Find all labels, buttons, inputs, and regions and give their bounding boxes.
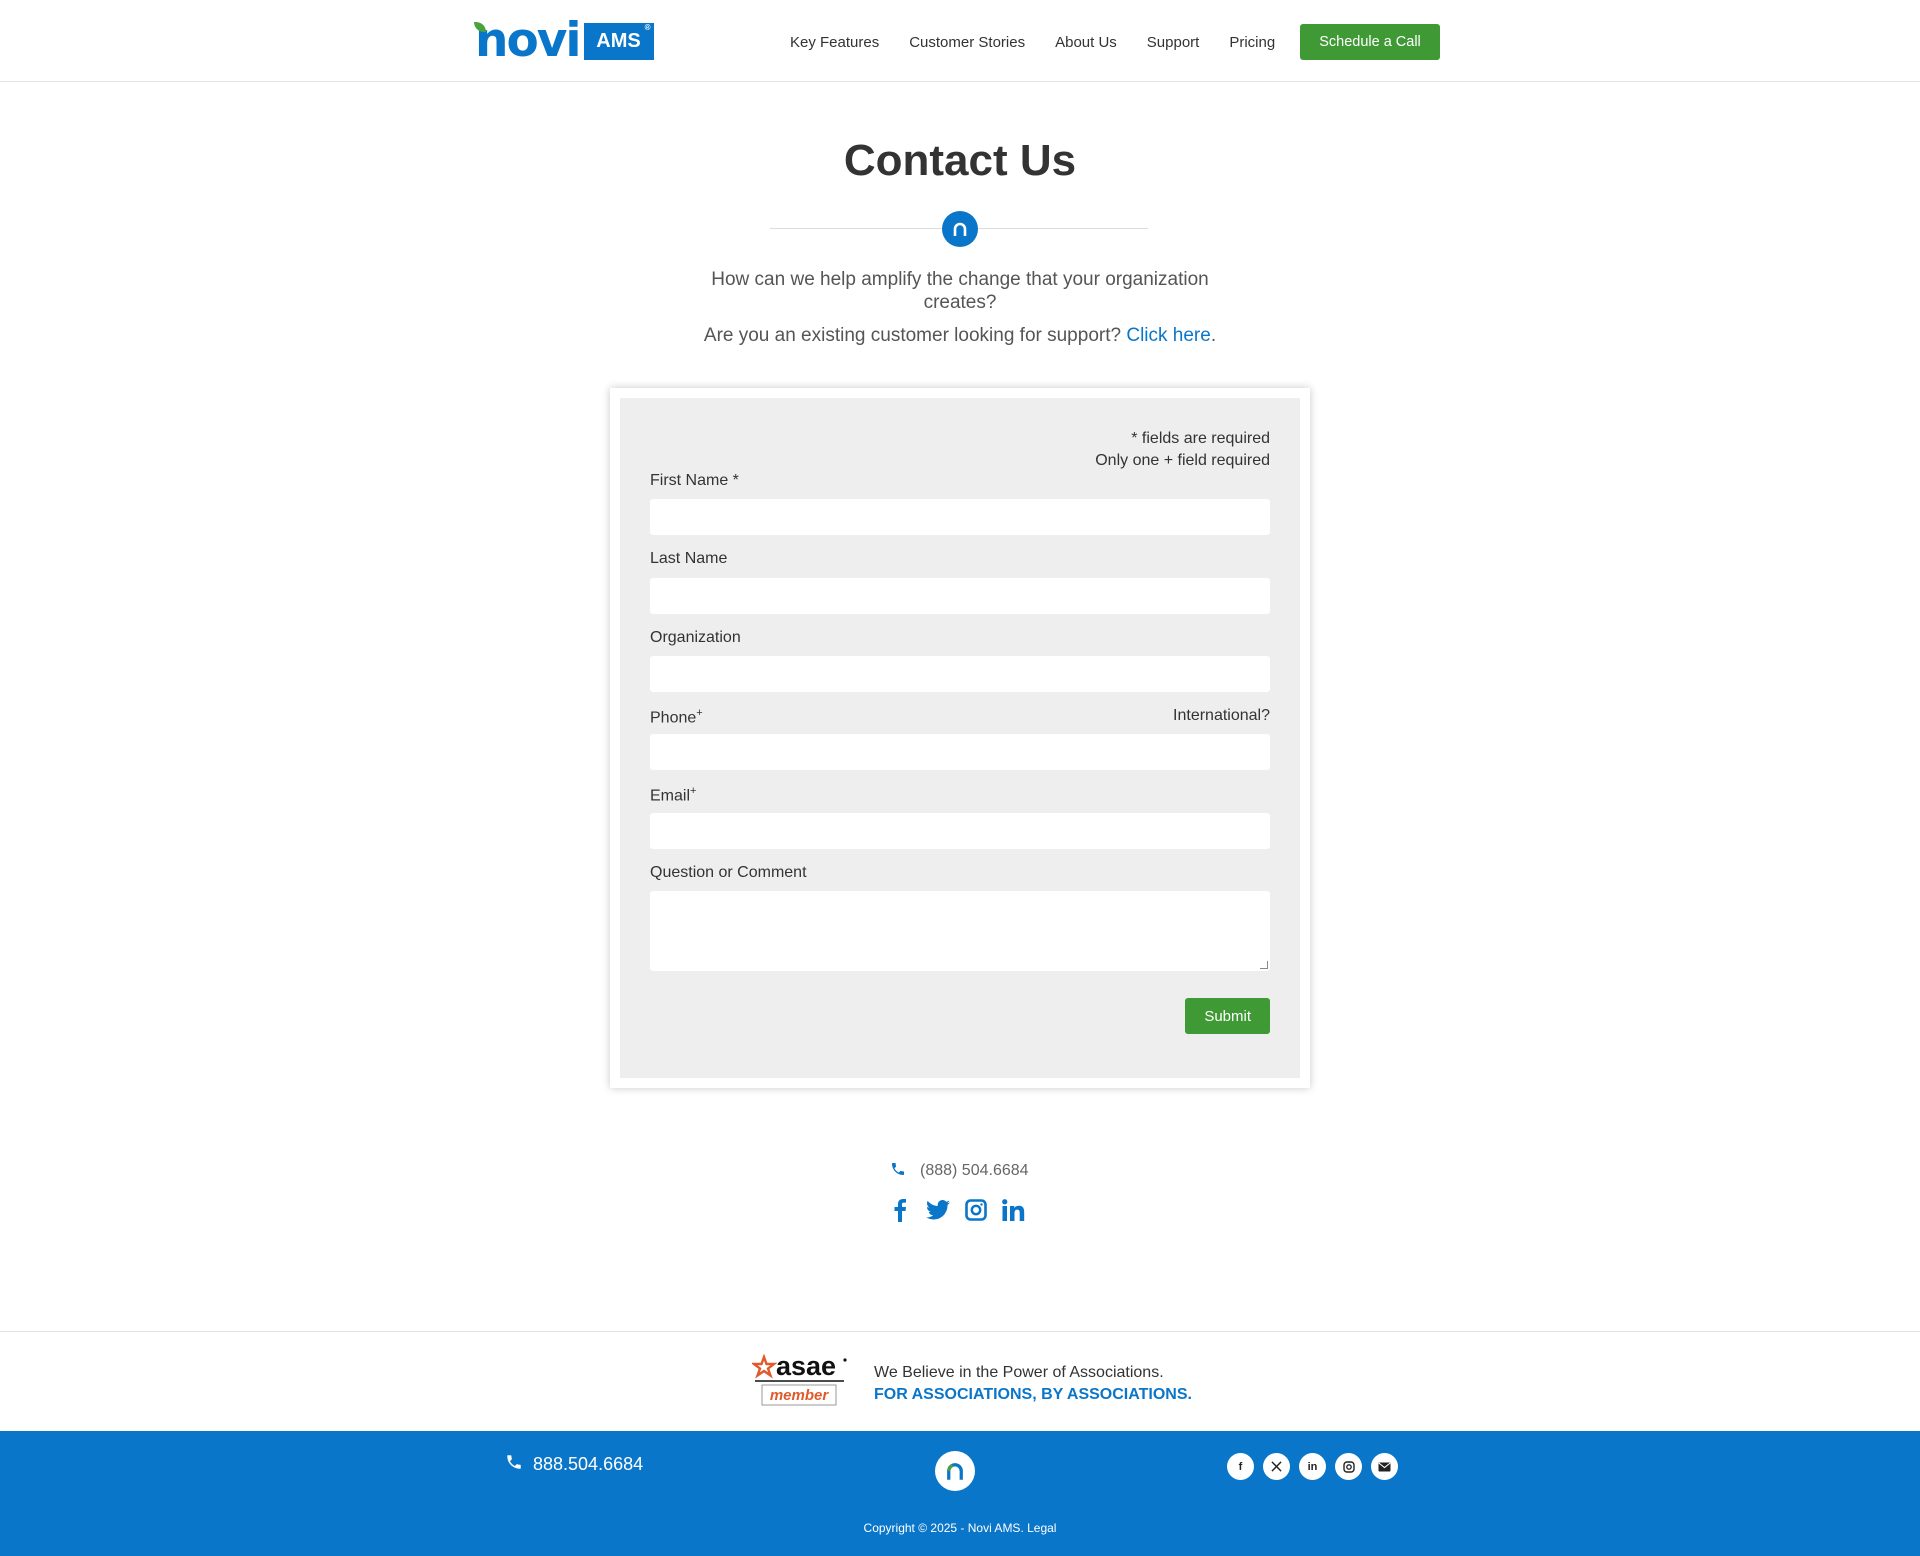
nav-pricing[interactable]: Pricing (1229, 34, 1275, 51)
twitter-icon[interactable] (926, 1198, 950, 1222)
submit-button[interactable]: Submit (1185, 998, 1270, 1034)
facebook-icon[interactable]: f (1227, 1453, 1254, 1480)
first-name-label: First Name * (650, 472, 739, 489)
footer-social-links: f in (1227, 1453, 1407, 1480)
nav-key-features[interactable]: Key Features (790, 34, 879, 51)
comment-textarea[interactable] (650, 891, 1270, 971)
organization-label: Organization (650, 629, 741, 646)
logo-badge: AMS ® (583, 22, 654, 60)
asae-member-logo[interactable]: asae member (750, 1351, 848, 1410)
novi-ams-logo[interactable]: novi AMS ® (474, 13, 654, 68)
instagram-icon[interactable] (964, 1198, 988, 1222)
nav-about-us[interactable]: About Us (1055, 34, 1117, 51)
schedule-call-button[interactable]: Schedule a Call (1300, 24, 1440, 60)
phone-input[interactable] (650, 734, 1270, 770)
support-link[interactable]: Click here (1126, 325, 1210, 346)
asae-tagline: We Believe in the Power of Associations.… (874, 1364, 1192, 1403)
nav-customer-stories[interactable]: Customer Stories (909, 34, 1025, 51)
asae-band: asae member We Believe in the Power of A… (0, 1331, 1920, 1431)
phone-icon (890, 1161, 906, 1182)
title-divider (770, 211, 1148, 247)
resize-handle[interactable] (1260, 961, 1268, 969)
x-icon[interactable] (1263, 1453, 1290, 1480)
contact-form: * fields are required Only one + field r… (620, 398, 1300, 1078)
last-name-input[interactable] (650, 578, 1270, 614)
last-name-label: Last Name (650, 550, 728, 567)
facebook-icon[interactable] (888, 1198, 912, 1222)
page-title: Contact Us (843, 136, 1077, 185)
main-nav: Key Features Customer Stories About Us S… (790, 24, 1440, 60)
comment-label: Question or Comment (650, 864, 807, 881)
novi-n-icon (942, 211, 978, 247)
linkedin-icon[interactable] (1002, 1198, 1026, 1222)
support-prompt: Are you an existing customer looking for… (703, 325, 1217, 346)
footer-phone[interactable]: 888.504.6684 (505, 1453, 643, 1476)
linkedin-icon[interactable]: in (1299, 1453, 1326, 1480)
social-links (888, 1198, 1040, 1222)
instagram-icon[interactable] (1335, 1453, 1362, 1480)
site-footer: 888.504.6684 f in Copyright © 2025 - Nov… (0, 1431, 1920, 1556)
phone-icon (505, 1453, 523, 1476)
required-note: * fields are required Only one + field r… (1095, 430, 1270, 469)
organization-input[interactable] (650, 656, 1270, 692)
email-input[interactable] (650, 813, 1270, 849)
phone-label: Phone+ (650, 707, 703, 727)
nav-support[interactable]: Support (1147, 34, 1200, 51)
intro-text: How can we help amplify the change that … (711, 269, 1209, 313)
svg-text:asae: asae (776, 1354, 836, 1381)
contact-form-card: * fields are required Only one + field r… (610, 388, 1310, 1088)
email-icon[interactable] (1371, 1453, 1398, 1480)
footer-novi-n-icon[interactable] (935, 1451, 975, 1491)
contact-phone[interactable]: (888) 504.6684 (890, 1160, 1029, 1182)
logo-wordmark: novi (474, 13, 581, 68)
copyright: Copyright © 2025 - Novi AMS. Legal (863, 1521, 1057, 1535)
svg-text:member: member (770, 1387, 830, 1404)
email-label: Email+ (650, 785, 697, 805)
site-header: novi AMS ® Key Features Customer Stories… (0, 0, 1920, 82)
first-name-input[interactable] (650, 499, 1270, 535)
international-toggle[interactable]: International? (1173, 707, 1270, 725)
